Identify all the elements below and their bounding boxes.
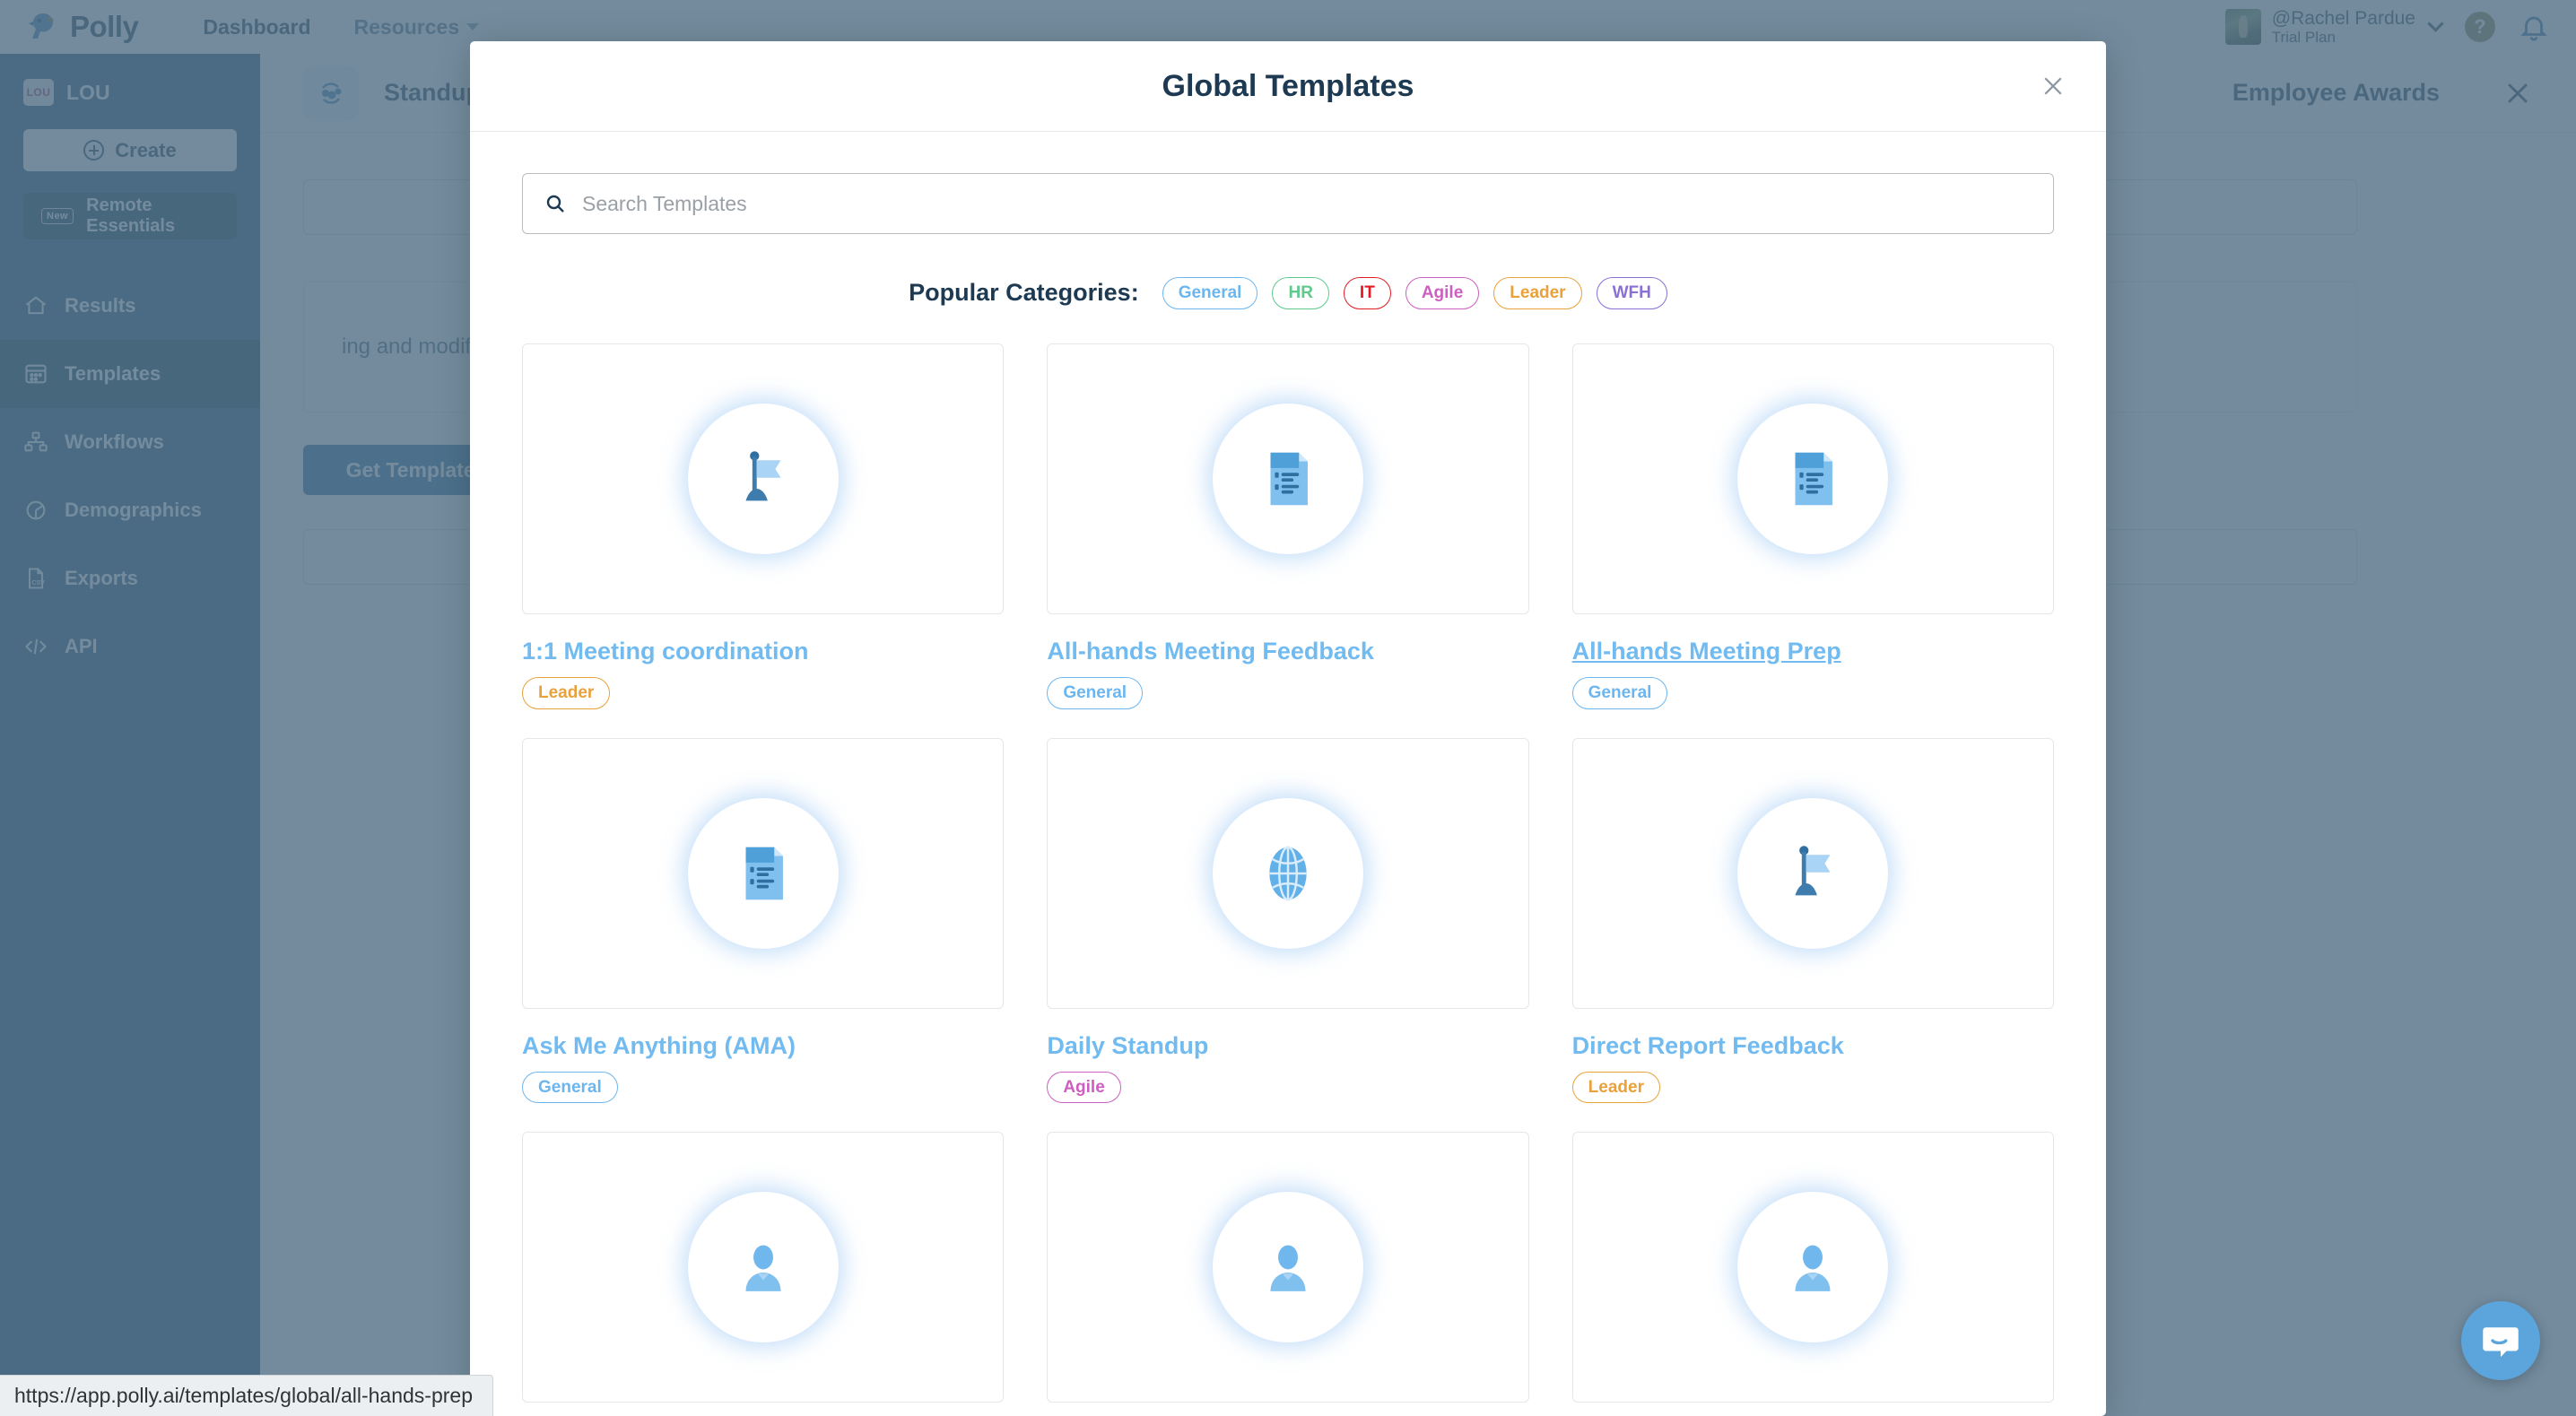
status-bar-url: https://app.polly.ai/templates/global/al… — [0, 1375, 493, 1416]
person-icon — [692, 1196, 834, 1338]
template-card[interactable] — [1047, 1132, 1528, 1403]
document-list-icon — [1742, 408, 1884, 550]
template-tag-row: Leader — [1572, 1072, 2054, 1104]
template-title-link[interactable]: All-hands Meeting Feedback — [1047, 638, 1374, 665]
template-card[interactable]: 1:1 Meeting coordination Leader — [522, 343, 1004, 709]
template-tag-row: Leader — [522, 677, 1004, 709]
category-pill-it[interactable]: IT — [1344, 277, 1391, 309]
template-tag-row: General — [522, 1072, 1004, 1104]
intercom-chat-launcher[interactable] — [2461, 1301, 2540, 1380]
modal-header: Global Templates — [470, 41, 2106, 132]
template-thumbnail[interactable] — [1047, 738, 1528, 1009]
template-thumbnail[interactable] — [1047, 1132, 1528, 1403]
template-thumbnail[interactable] — [522, 343, 1004, 614]
template-tag[interactable]: Leader — [522, 677, 610, 709]
template-tag-row: General — [1047, 677, 1528, 709]
template-tag[interactable]: Agile — [1047, 1072, 1120, 1104]
popular-categories: Popular Categories: General HR IT Agile … — [522, 277, 2054, 309]
template-tag[interactable]: General — [1047, 677, 1143, 709]
template-tag[interactable]: Leader — [1572, 1072, 1660, 1104]
modal-title: Global Templates — [1162, 69, 1414, 104]
category-pill-general[interactable]: General — [1162, 277, 1258, 309]
template-tag-row: General — [1572, 677, 2054, 709]
template-thumbnail[interactable] — [1572, 1132, 2054, 1403]
document-list-icon — [692, 803, 834, 944]
category-pill-wfh[interactable]: WFH — [1597, 277, 1667, 309]
template-thumbnail[interactable] — [1572, 343, 2054, 614]
category-pill-leader[interactable]: Leader — [1493, 277, 1581, 309]
template-title-link[interactable]: 1:1 Meeting coordination — [522, 638, 809, 665]
template-title-link[interactable]: Direct Report Feedback — [1572, 1032, 1844, 1060]
templates-grid: 1:1 Meeting coordination Leader All-hands … — [522, 343, 2054, 1403]
category-pill-agile[interactable]: Agile — [1405, 277, 1479, 309]
flag-icon — [692, 408, 834, 550]
search-icon — [544, 193, 566, 214]
template-title-link[interactable]: All-hands Meeting Prep — [1572, 638, 1841, 665]
search-input-placeholder: Search Templates — [582, 192, 747, 216]
template-thumbnail[interactable] — [1047, 343, 1528, 614]
template-card[interactable]: All-hands Meeting Feedback General — [1047, 343, 1528, 709]
template-card[interactable]: Direct Report Feedback Leader — [1572, 738, 2054, 1104]
template-title-link[interactable]: Daily Standup — [1047, 1032, 1208, 1060]
close-icon[interactable] — [2040, 73, 2067, 100]
template-card[interactable] — [522, 1132, 1004, 1403]
application-root: Polly Dashboard Resources @Rachel Pardue… — [0, 0, 2576, 1416]
flag-icon — [1742, 803, 1884, 944]
template-card[interactable]: All-hands Meeting Prep General — [1572, 343, 2054, 709]
template-thumbnail[interactable] — [522, 1132, 1004, 1403]
template-thumbnail[interactable] — [1572, 738, 2054, 1009]
template-card[interactable]: Daily Standup Agile — [1047, 738, 1528, 1104]
template-thumbnail[interactable] — [522, 738, 1004, 1009]
category-pill-hr[interactable]: HR — [1272, 277, 1328, 309]
modal-body: Search Templates Popular Categories: Gen… — [470, 132, 2106, 1416]
globe-icon — [1217, 803, 1359, 944]
person-icon — [1742, 1196, 1884, 1338]
document-list-icon — [1217, 408, 1359, 550]
person-icon — [1217, 1196, 1359, 1338]
chat-bubble-icon — [2480, 1320, 2521, 1361]
template-tag-row: Agile — [1047, 1072, 1528, 1104]
popular-categories-label: Popular Categories: — [909, 279, 1139, 307]
template-card[interactable]: Ask Me Anything (AMA) General — [522, 738, 1004, 1104]
template-tag[interactable]: General — [1572, 677, 1668, 709]
template-tag[interactable]: General — [522, 1072, 618, 1104]
search-input[interactable]: Search Templates — [522, 173, 2054, 234]
global-templates-modal: Global Templates Search Templates Popula… — [470, 41, 2106, 1416]
template-card[interactable] — [1572, 1132, 2054, 1403]
template-title-link[interactable]: Ask Me Anything (AMA) — [522, 1032, 796, 1060]
